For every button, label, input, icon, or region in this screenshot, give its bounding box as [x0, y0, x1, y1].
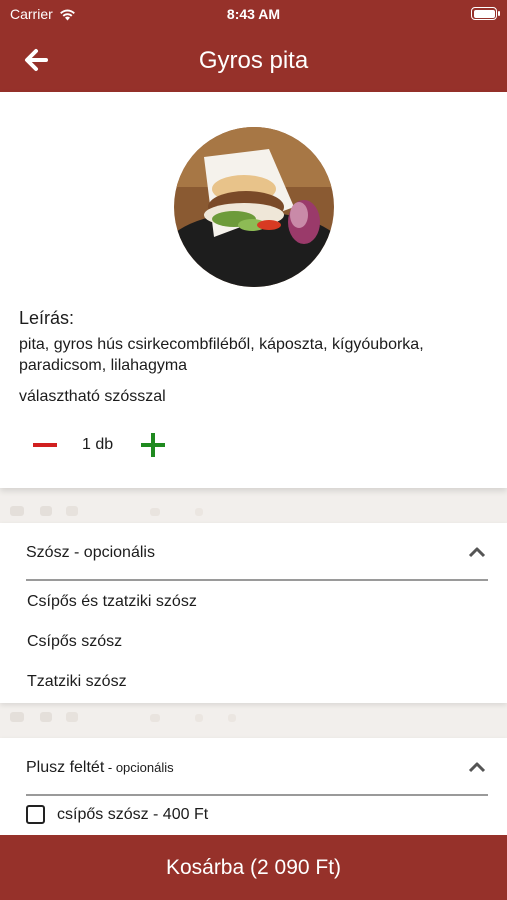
description-text: pita, gyros hús csirkecombfiléből, kápos… — [19, 336, 424, 374]
page-title: Gyros pita — [198, 47, 309, 74]
sauce-section-header[interactable]: Szósz - opcionális — [26, 523, 488, 581]
description-heading: Leírás: — [19, 308, 75, 328]
product-image — [174, 127, 334, 287]
section-title: Szósz - opcionális — [26, 544, 155, 561]
section-title-suffix: - opcionális — [104, 760, 174, 775]
topping-checkbox[interactable] — [26, 805, 45, 824]
chevron-up-icon — [468, 547, 486, 558]
chevron-up-icon — [468, 762, 486, 773]
sauce-section: Szósz - opcionális Csípős és tzatziki sz… — [0, 523, 507, 703]
description-extra: választható szósszal — [19, 388, 166, 405]
section-title: Plusz feltét - opcionális — [26, 759, 174, 777]
status-bar: Carrier 8:43 AM — [0, 0, 507, 28]
sauce-option[interactable]: Csípős és tzatziki szósz — [27, 593, 197, 611]
section-title-main: Plusz feltét — [26, 759, 105, 776]
plus-icon — [141, 433, 165, 457]
extra-topping-section-header[interactable]: Plusz feltét - opcionális — [26, 738, 488, 796]
nav-bar: Gyros pita — [0, 28, 507, 92]
add-to-cart-button[interactable]: Kosárba (2 090 Ft) — [0, 835, 507, 900]
clock: 8:43 AM — [226, 6, 281, 22]
sauce-option[interactable]: Csípős szósz — [27, 633, 122, 651]
background-pattern — [10, 712, 236, 722]
decrease-quantity-button[interactable] — [30, 428, 60, 462]
quantity-value: 1 db — [82, 436, 114, 453]
sauce-option[interactable]: Tzatziki szósz — [27, 673, 127, 691]
battery-icon — [471, 7, 500, 20]
minus-icon — [33, 443, 57, 447]
increase-quantity-button[interactable] — [138, 428, 168, 462]
quantity-stepper: 1 db — [30, 428, 190, 462]
product-card: Leírás: pita, gyros hús csirkecombfilébő… — [0, 92, 507, 488]
top-bar: Carrier 8:43 AM Gyros pita — [0, 0, 507, 92]
extra-topping-section: Plusz feltét - opcionális csípős szósz -… — [0, 738, 507, 835]
topping-label: csípős szósz - 400 Ft — [57, 806, 209, 823]
